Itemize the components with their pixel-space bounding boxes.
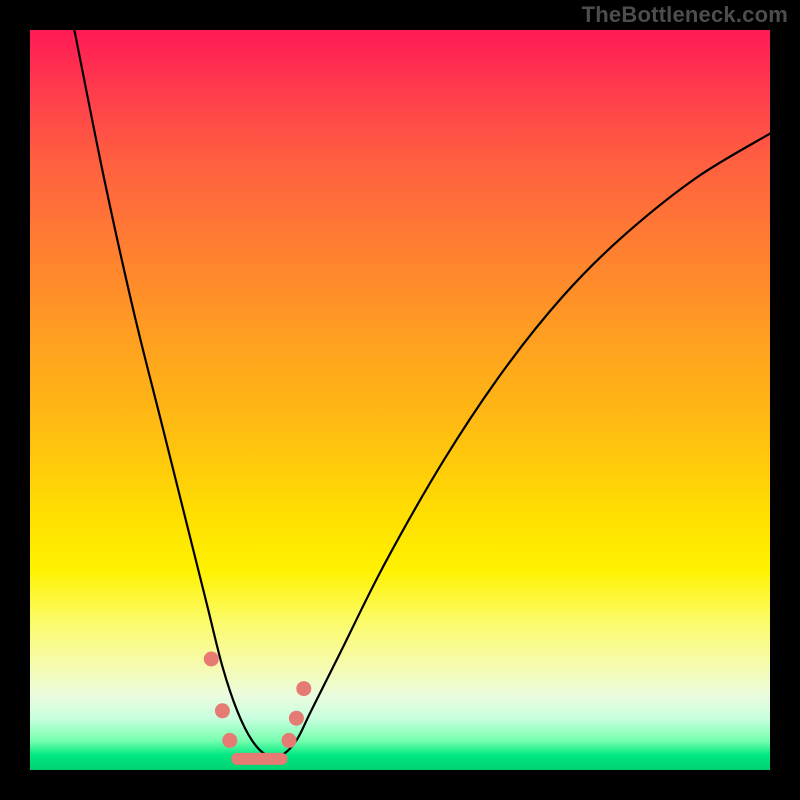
data-marker bbox=[282, 733, 296, 747]
chart-frame: TheBottleneck.com bbox=[0, 0, 800, 800]
data-marker bbox=[223, 733, 237, 747]
bottleneck-curve bbox=[74, 30, 770, 757]
data-marker bbox=[289, 711, 303, 725]
data-marker bbox=[204, 652, 218, 666]
watermark-text: TheBottleneck.com bbox=[582, 2, 788, 28]
data-marker bbox=[215, 704, 229, 718]
data-marker bbox=[297, 682, 311, 696]
curve-layer bbox=[30, 30, 770, 770]
plot-area bbox=[30, 30, 770, 770]
marker-layer bbox=[204, 652, 310, 759]
